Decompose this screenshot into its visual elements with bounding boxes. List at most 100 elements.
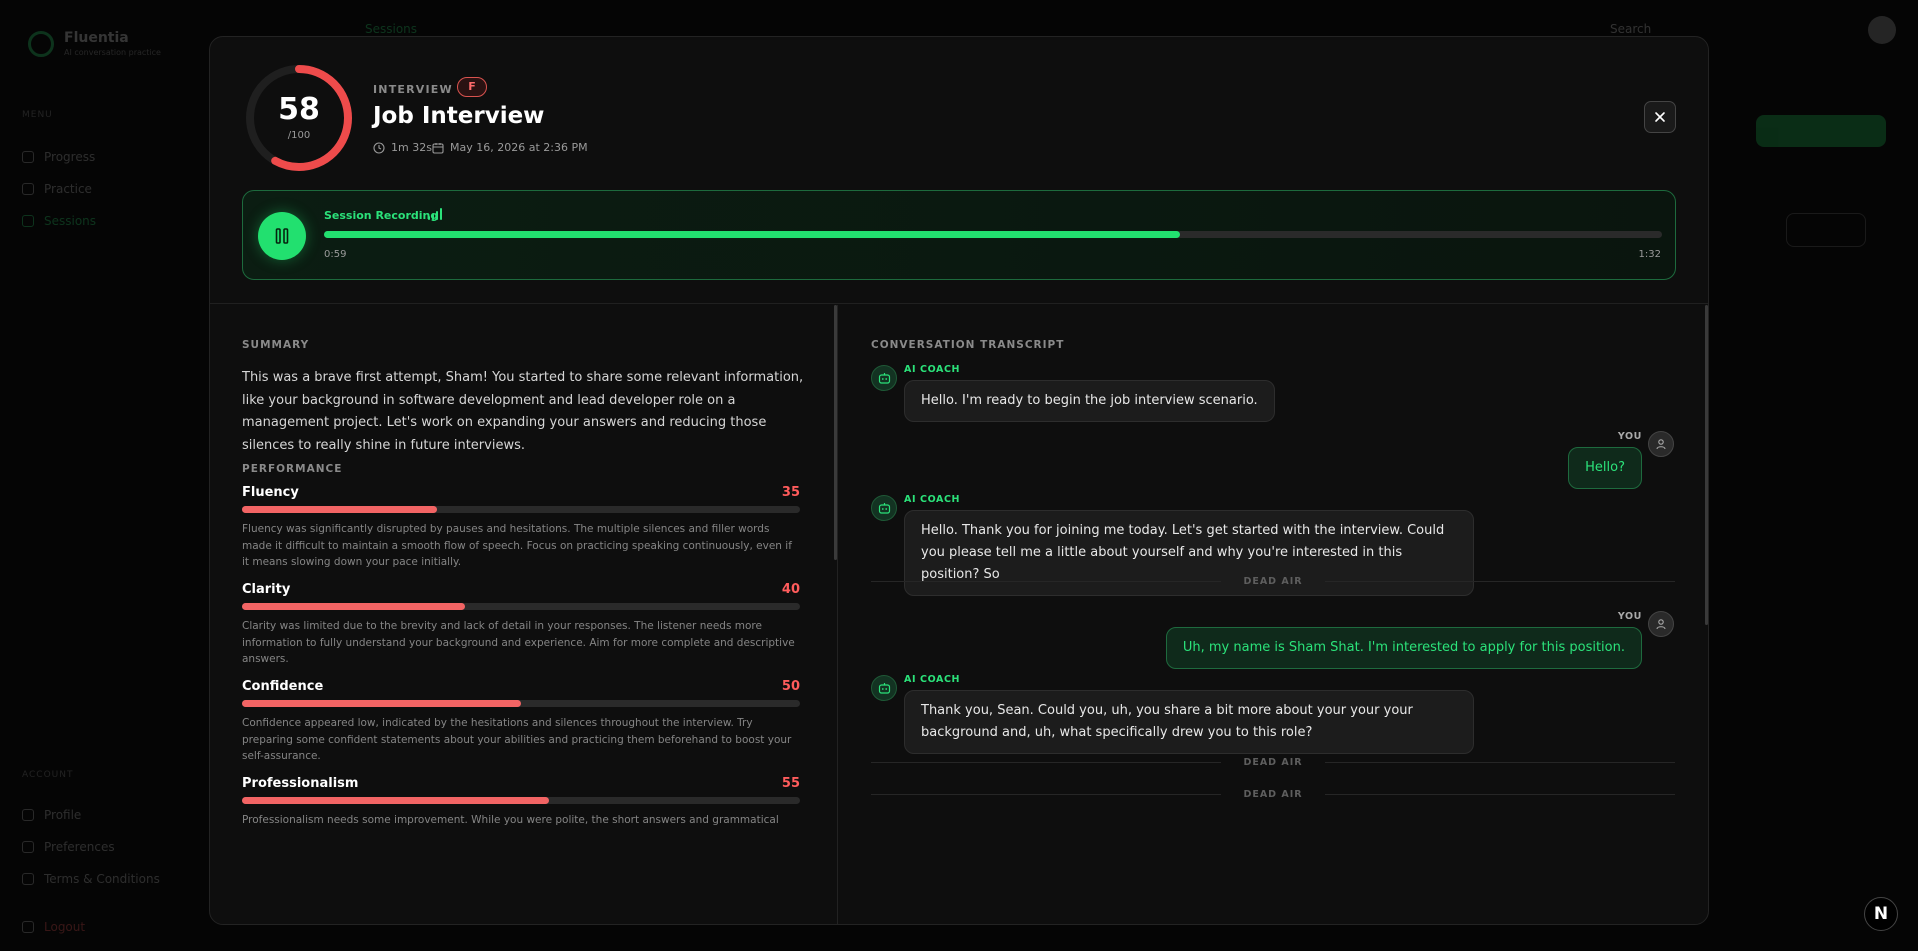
sidebar-item-label: Progress bbox=[44, 150, 96, 164]
page-title: Job Interview bbox=[373, 103, 545, 129]
brand-name: Fluentia bbox=[64, 30, 129, 46]
metric-confidence: Confidence 50 Confidence appeared low, i… bbox=[242, 679, 800, 762]
dead-air-divider: DEAD AIR bbox=[871, 757, 1675, 768]
close-icon bbox=[1655, 112, 1665, 122]
user-icon bbox=[1656, 619, 1666, 630]
metric-description: Confidence appeared low, indicated by th… bbox=[242, 717, 792, 762]
sidebar-item-progress[interactable]: Progress bbox=[22, 150, 95, 164]
total-time: 1:32 bbox=[1638, 249, 1661, 260]
score-max: /100 bbox=[287, 130, 311, 141]
metric-description: Professionalism needs some improvement. … bbox=[242, 814, 779, 826]
bot-icon bbox=[878, 683, 890, 694]
framework-badge[interactable]: N bbox=[1864, 897, 1898, 931]
grade-badge: F bbox=[457, 77, 487, 97]
scrollbar[interactable] bbox=[834, 305, 837, 560]
user-icon bbox=[22, 809, 34, 821]
sidebar-item-label: Logout bbox=[44, 920, 86, 934]
metric-bar bbox=[242, 603, 800, 610]
ai-coach-avatar bbox=[871, 495, 897, 521]
chart-icon bbox=[22, 151, 34, 163]
transcript-heading: CONVERSATION TRANSCRIPT bbox=[871, 339, 1065, 351]
list-icon bbox=[22, 215, 34, 227]
bot-icon bbox=[878, 503, 890, 514]
sidebar-item-label: Terms & Conditions bbox=[44, 872, 160, 886]
session-recording-player: Session Recording 0:59 1:32 bbox=[242, 190, 1676, 280]
document-icon bbox=[22, 873, 34, 885]
metric-professionalism: Professionalism 55 Professionalism needs… bbox=[242, 776, 800, 826]
clock-icon bbox=[373, 141, 385, 154]
sidebar-item-terms[interactable]: Terms & Conditions bbox=[22, 872, 160, 886]
user-icon bbox=[1656, 439, 1666, 450]
message-bubble-user: Hello? bbox=[1568, 447, 1642, 489]
metric-score: 50 bbox=[781, 679, 800, 694]
player-label: Session Recording bbox=[324, 209, 439, 222]
sidebar-item-practice[interactable]: Practice bbox=[22, 182, 92, 196]
metric-bar bbox=[242, 506, 800, 513]
message-sender: AI COACH bbox=[904, 364, 961, 375]
scrollbar[interactable] bbox=[1705, 305, 1708, 625]
summary-heading: SUMMARY bbox=[242, 339, 310, 351]
metric-bar bbox=[242, 700, 800, 707]
close-button[interactable] bbox=[1644, 101, 1676, 133]
dead-air-label: DEAD AIR bbox=[1243, 757, 1303, 768]
message-sender: AI COACH bbox=[904, 494, 961, 505]
playback-scrubber[interactable] bbox=[324, 231, 1662, 238]
feedback-panel[interactable]: SUMMARY This was a brave first attempt, … bbox=[210, 305, 838, 924]
sidebar-item-logout[interactable]: Logout bbox=[22, 920, 85, 934]
metric-fluency: Fluency 35 Fluency was significantly dis… bbox=[242, 485, 800, 568]
session-duration: 1m 32s bbox=[373, 141, 432, 154]
performance-heading: PERFORMANCE bbox=[242, 463, 343, 475]
metric-score: 35 bbox=[781, 485, 800, 500]
dead-air-label: DEAD AIR bbox=[1243, 789, 1303, 800]
dead-air-divider: DEAD AIR bbox=[871, 576, 1675, 587]
session-type-label: INTERVIEW bbox=[373, 83, 453, 96]
search-input[interactable]: Search bbox=[1610, 22, 1651, 36]
calendar-icon bbox=[432, 142, 444, 154]
playback-progress bbox=[324, 231, 1181, 238]
summary-text: This was a brave first attempt, Sham! Yo… bbox=[242, 370, 804, 453]
bot-icon bbox=[878, 373, 890, 384]
sidebar-section-menu: MENU bbox=[22, 110, 53, 120]
metric-description: Clarity was limited due to the brevity a… bbox=[242, 620, 795, 665]
metric-score: 40 bbox=[781, 582, 800, 597]
sidebar-item-label: Sessions bbox=[44, 214, 97, 228]
metric-name: Clarity bbox=[242, 582, 291, 597]
new-session-button[interactable] bbox=[1756, 115, 1886, 147]
metric-name: Confidence bbox=[242, 679, 324, 694]
metric-bar-fill bbox=[242, 603, 466, 610]
sidebar: Fluentia AI conversation practice MENU P… bbox=[0, 0, 210, 951]
metric-name: Professionalism bbox=[242, 776, 359, 791]
user-avatar bbox=[1648, 611, 1674, 637]
metric-name: Fluency bbox=[242, 485, 299, 500]
dead-air-divider: DEAD AIR bbox=[871, 789, 1675, 800]
brand-logo-icon bbox=[28, 30, 54, 57]
sidebar-item-label: Practice bbox=[44, 182, 92, 196]
filter-button[interactable] bbox=[1786, 213, 1866, 247]
pause-button[interactable] bbox=[258, 212, 306, 260]
date-text: May 16, 2026 at 2:36 PM bbox=[450, 141, 588, 154]
metric-bar-fill bbox=[242, 506, 438, 513]
pause-icon bbox=[275, 228, 289, 244]
mic-icon bbox=[22, 183, 34, 195]
sidebar-section-account: ACCOUNT bbox=[22, 770, 74, 780]
ai-coach-avatar bbox=[871, 675, 897, 701]
metric-bar bbox=[242, 797, 800, 804]
breadcrumb[interactable]: Sessions bbox=[365, 22, 417, 36]
transcript-panel[interactable]: CONVERSATION TRANSCRIPT AI COACH Hello. … bbox=[839, 305, 1708, 924]
sidebar-item-preferences[interactable]: Preferences bbox=[22, 840, 115, 854]
sidebar-item-sessions[interactable]: Sessions bbox=[22, 214, 96, 228]
session-date: May 16, 2026 at 2:36 PM bbox=[432, 141, 588, 154]
metric-description: Fluency was significantly disrupted by p… bbox=[242, 523, 792, 568]
message-sender: AI COACH bbox=[904, 674, 961, 685]
logout-icon bbox=[22, 921, 34, 933]
session-detail-modal: 58 /100 INTERVIEW F Job Interview 1m 32s… bbox=[209, 36, 1709, 925]
message-bubble-coach: Hello. I'm ready to begin the job interv… bbox=[904, 380, 1275, 422]
current-time: 0:59 bbox=[324, 249, 347, 260]
sidebar-item-profile[interactable]: Profile bbox=[22, 808, 81, 822]
duration-text: 1m 32s bbox=[391, 141, 432, 154]
avatar[interactable] bbox=[1868, 16, 1896, 44]
signal-icon bbox=[428, 208, 442, 220]
metric-bar-fill bbox=[242, 700, 521, 707]
metric-score: 55 bbox=[781, 776, 800, 791]
score-value: 58 bbox=[278, 92, 320, 127]
